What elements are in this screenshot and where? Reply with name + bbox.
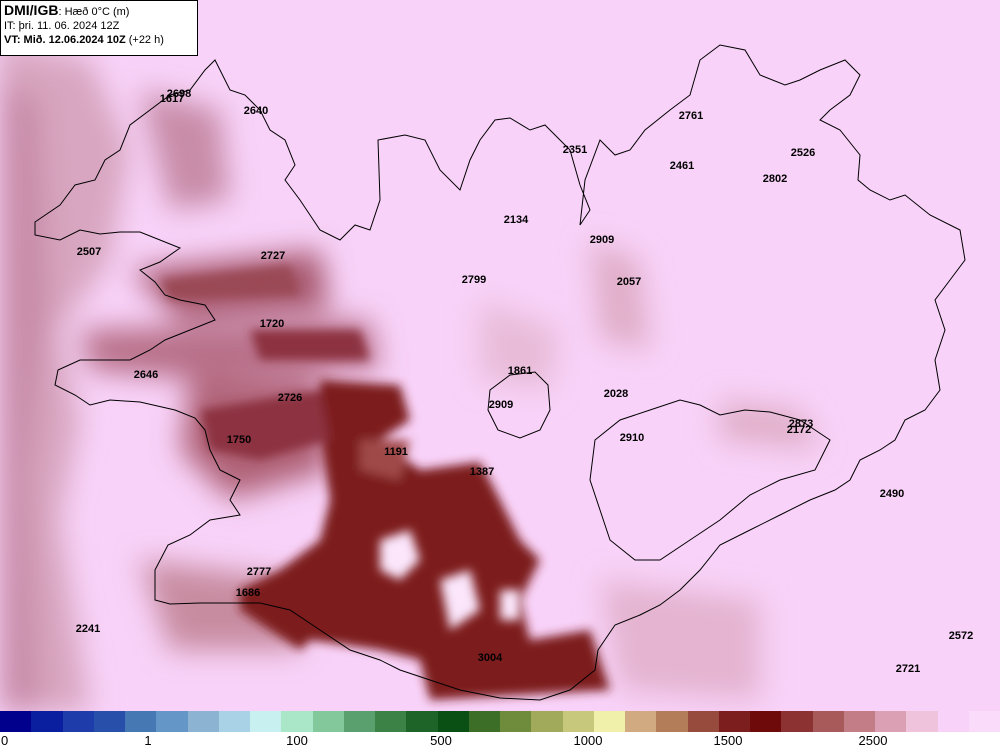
value-label: 2777 [246, 566, 272, 578]
legend-swatch [625, 711, 657, 732]
legend-swatch [125, 711, 157, 732]
legend-swatch [812, 711, 844, 732]
value-label: 2351 [562, 144, 588, 156]
value-label: 2526 [790, 147, 816, 159]
legend-swatch [281, 711, 313, 732]
value-label: 2910 [619, 432, 645, 444]
value-label: 2490 [879, 488, 905, 500]
legend-swatch [156, 711, 188, 732]
legend-swatch [375, 711, 407, 732]
value-label: 3004 [477, 652, 503, 664]
value-label: 2172 [786, 424, 812, 436]
value-label: 1720 [259, 318, 285, 330]
legend-swatch [468, 711, 500, 732]
legend-tick: 1500 [713, 733, 743, 748]
valid-time: VT: Mið. 12.06.2024 10Z [4, 34, 126, 46]
legend-tick: 2500 [858, 733, 888, 748]
legend-swatch [562, 711, 594, 732]
legend-swatch [937, 711, 969, 732]
value-label: 2726 [277, 392, 303, 404]
value-label: 2134 [503, 214, 529, 226]
brand-label: DMI/IGB [4, 2, 59, 18]
legend-swatch [968, 711, 1000, 732]
legend-tick: 1 [144, 733, 152, 748]
value-label: 2909 [589, 234, 615, 246]
value-label: 2909 [488, 399, 514, 411]
value-label: 1861 [507, 365, 533, 377]
legend-tick: 500 [430, 733, 452, 748]
lead-time: (+22 h) [125, 34, 164, 46]
value-label: 2799 [461, 274, 487, 286]
legend-swatch [406, 711, 438, 732]
value-label: 2640 [243, 105, 269, 117]
value-label: 2507 [76, 246, 102, 258]
value-label: 2721 [895, 663, 921, 675]
legend-swatch [250, 711, 282, 732]
color-legend-strip [0, 711, 1000, 732]
value-label: 2241 [75, 623, 101, 635]
legend-swatch [843, 711, 875, 732]
legend-swatch [62, 711, 94, 732]
value-label: 2028 [603, 388, 629, 400]
legend-swatch [500, 711, 532, 732]
legend-swatch [687, 711, 719, 732]
value-label: 1191 [384, 446, 408, 458]
legend-swatch [718, 711, 750, 732]
value-label: 1617 [159, 93, 185, 105]
legend-swatch [31, 711, 63, 732]
value-label: 2802 [762, 173, 788, 185]
legend-swatch [0, 711, 32, 732]
value-label: 1387 [469, 466, 495, 478]
freezing-level-map [0, 0, 1000, 711]
legend-swatch [93, 711, 125, 732]
legend-swatch [437, 711, 469, 732]
title-line: DMI/IGB: Hæð 0°C (m) [4, 3, 194, 19]
legend-swatch [875, 711, 907, 732]
legend-swatch [593, 711, 625, 732]
issue-time: IT: þri. 11. 06. 2024 12Z [4, 20, 120, 32]
legend-swatch [187, 711, 219, 732]
value-label: 2646 [133, 369, 159, 381]
legend-swatch [906, 711, 938, 732]
legend-swatch [343, 711, 375, 732]
legend-swatch [531, 711, 563, 732]
value-label: 1750 [226, 434, 252, 446]
forecast-info-box: DMI/IGB: Hæð 0°C (m) IT: þri. 11. 06. 20… [0, 0, 198, 56]
value-label: 2572 [948, 630, 974, 642]
value-label: 2761 [678, 110, 704, 122]
legend-swatch [750, 711, 782, 732]
color-legend-bar: 0 1 100 500 1000 1500 2500 [0, 711, 1000, 750]
legend-tick: 100 [286, 733, 308, 748]
valid-time-line: VT: Mið. 12.06.2024 10Z (+22 h) [4, 33, 194, 47]
value-label: 2057 [616, 276, 642, 288]
legend-tick: 1000 [573, 733, 603, 748]
value-label: 1686 [235, 587, 261, 599]
value-label: 2461 [669, 160, 695, 172]
legend-swatch [218, 711, 250, 732]
legend-swatch [312, 711, 344, 732]
legend-tick: 0 [1, 733, 9, 748]
value-label: 2727 [260, 250, 286, 262]
legend-swatch [656, 711, 688, 732]
map-canvas [0, 0, 1000, 711]
parameter-label: : Hæð 0°C (m) [58, 6, 130, 18]
legend-swatch [781, 711, 813, 732]
